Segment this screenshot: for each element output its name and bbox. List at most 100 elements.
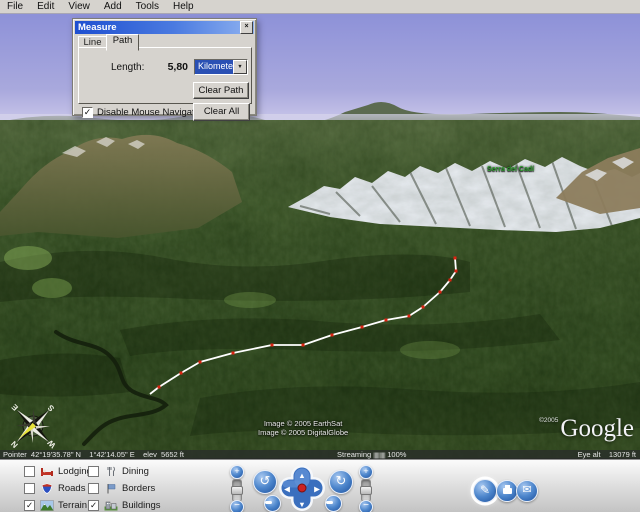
- path-vertex-marker[interactable]: [385, 319, 388, 322]
- path-vertex-marker[interactable]: [454, 257, 457, 260]
- meadow-patch: [32, 278, 72, 298]
- ridge-shadow-4: [0, 353, 130, 396]
- attribution-line: Image © 2005 DigitalGlobe: [258, 428, 348, 437]
- pan-up-arrow[interactable]: ▲: [298, 471, 305, 480]
- length-value: 5,80: [156, 61, 188, 73]
- roads-label: Roads: [58, 483, 85, 494]
- chevron-down-icon[interactable]: ▼: [233, 60, 247, 74]
- path-vertex-marker[interactable]: [449, 279, 452, 282]
- layer-row-lodging: Lodging: [24, 466, 92, 477]
- path-vertex-marker[interactable]: [331, 334, 334, 337]
- attribution-line: Image © 2005 EarthSat: [258, 419, 348, 428]
- print-button[interactable]: [496, 480, 518, 502]
- tilt-down-button[interactable]: [325, 495, 342, 512]
- dining-label: Dining: [122, 466, 149, 477]
- borders-label: Borders: [122, 483, 155, 494]
- rotate-ccw-button[interactable]: ↺: [253, 470, 277, 494]
- menu-view[interactable]: View: [61, 0, 97, 13]
- eye-altitude: Eye alt 13079 ft: [578, 450, 636, 459]
- printer-icon: [503, 488, 512, 494]
- meadow-patch: [224, 292, 276, 308]
- email-button[interactable]: ✉: [516, 480, 538, 502]
- path-vertex-marker[interactable]: [455, 270, 458, 273]
- zoom-in-button[interactable]: +: [230, 465, 244, 479]
- buildings-checkbox[interactable]: ✓: [88, 500, 99, 511]
- compass-rose[interactable]: N E S W: [5, 398, 61, 454]
- close-icon[interactable]: ×: [240, 21, 253, 34]
- path-vertex-marker[interactable]: [199, 361, 202, 364]
- measure-dialog: Measure × Line Path Length: 5,80 Kilomet…: [72, 18, 257, 116]
- path-vertex-marker[interactable]: [180, 372, 183, 375]
- lodging-checkbox[interactable]: [24, 466, 35, 477]
- menu-edit[interactable]: Edit: [30, 0, 61, 13]
- path-vertex-marker[interactable]: [422, 306, 425, 309]
- menu-file[interactable]: File: [0, 0, 30, 13]
- dining-checkbox[interactable]: [88, 466, 99, 477]
- layer-row-buildings: ✓ Buildings: [88, 500, 161, 511]
- clear-all-button[interactable]: Clear All: [193, 103, 250, 121]
- layer-row-borders: Borders: [88, 483, 155, 494]
- streaming-progress-ticks: ||||||||||: [373, 452, 385, 459]
- zoom-slider-handle[interactable]: [231, 486, 243, 495]
- path-vertex-marker[interactable]: [439, 291, 442, 294]
- zoom-out-button[interactable]: −: [230, 500, 244, 512]
- measure-tool-button[interactable]: ✎: [473, 479, 497, 503]
- compass-east-label: E: [9, 402, 20, 413]
- streaming-label: Streaming: [337, 450, 373, 459]
- layer-row-roads: Roads: [24, 483, 85, 494]
- pan-dpad[interactable]: ▲ ▼ ◀ ▶: [279, 465, 325, 511]
- path-vertex-marker[interactable]: [158, 386, 161, 389]
- bottom-control-panel: Lodging Roads ✓ Terrain: [0, 459, 640, 512]
- clear-path-button[interactable]: Clear Path: [193, 82, 249, 99]
- path-vertex-marker[interactable]: [361, 326, 364, 329]
- pointer-coordinates: Pointer 42°19'35.78" N 1°42'14.05" E ele…: [3, 450, 184, 459]
- buildings-icon: [104, 500, 118, 511]
- disable-mouse-nav-label: Disable Mouse Navigation: [97, 107, 207, 118]
- unit-selected-value: Kilometers: [195, 60, 233, 74]
- tilt-slider-handle[interactable]: [360, 486, 372, 495]
- buildings-label: Buildings: [122, 500, 161, 511]
- menu-bar: File Edit View Add Tools Help: [0, 0, 640, 14]
- menu-help[interactable]: Help: [166, 0, 201, 13]
- road-shield-icon: [40, 483, 54, 494]
- tilt-slider-up-button[interactable]: +: [359, 465, 373, 479]
- path-vertex-marker[interactable]: [232, 352, 235, 355]
- place-label: Serra del Cadí: [487, 166, 534, 173]
- layer-row-terrain: ✓ Terrain: [24, 500, 87, 511]
- flag-icon: [104, 483, 118, 494]
- status-bar: Pointer 42°19'35.78" N 1°42'14.05" E ele…: [0, 450, 640, 459]
- meadow-patch: [4, 246, 52, 270]
- dialog-title-bar[interactable]: Measure ×: [75, 21, 254, 34]
- compass-south-label: S: [45, 402, 56, 413]
- logo-copyright: ©2005: [539, 417, 558, 424]
- meadow-patch: [400, 341, 460, 359]
- dialog-title: Measure: [75, 22, 240, 33]
- disable-mouse-nav-checkbox[interactable]: ✓: [82, 107, 93, 118]
- unit-dropdown[interactable]: Kilometers ▼: [194, 59, 248, 75]
- lodging-label: Lodging: [58, 466, 92, 477]
- length-label: Length:: [111, 62, 144, 73]
- layer-row-dining: Dining: [88, 466, 149, 477]
- streaming-percent: 100%: [385, 450, 406, 459]
- borders-checkbox[interactable]: [88, 483, 99, 494]
- menu-tools[interactable]: Tools: [129, 0, 166, 13]
- terrain-icon: [40, 500, 54, 511]
- dpad-center-dot[interactable]: [298, 484, 306, 492]
- google-watermark: ©2005Google: [530, 415, 634, 443]
- path-vertex-marker[interactable]: [302, 344, 305, 347]
- roads-checkbox[interactable]: [24, 483, 35, 494]
- tab-path[interactable]: Path: [106, 34, 139, 51]
- tilt-slider-down-button[interactable]: −: [359, 500, 373, 512]
- path-vertex-marker[interactable]: [408, 315, 411, 318]
- google-logo: Google: [560, 415, 634, 442]
- dining-icon: [104, 466, 118, 477]
- google-earth-window: Serra del Cadí Image © 2005 EarthSat Ima…: [0, 0, 640, 512]
- pan-down-arrow[interactable]: ▼: [298, 500, 305, 509]
- terrain-label: Terrain: [58, 500, 87, 511]
- bed-icon: [40, 466, 54, 477]
- menu-add[interactable]: Add: [97, 0, 129, 13]
- imagery-attribution: Image © 2005 EarthSat Image © 2005 Digit…: [258, 419, 348, 437]
- rotate-cw-button[interactable]: ↻: [329, 470, 353, 494]
- terrain-checkbox[interactable]: ✓: [24, 500, 35, 511]
- path-vertex-marker[interactable]: [271, 344, 274, 347]
